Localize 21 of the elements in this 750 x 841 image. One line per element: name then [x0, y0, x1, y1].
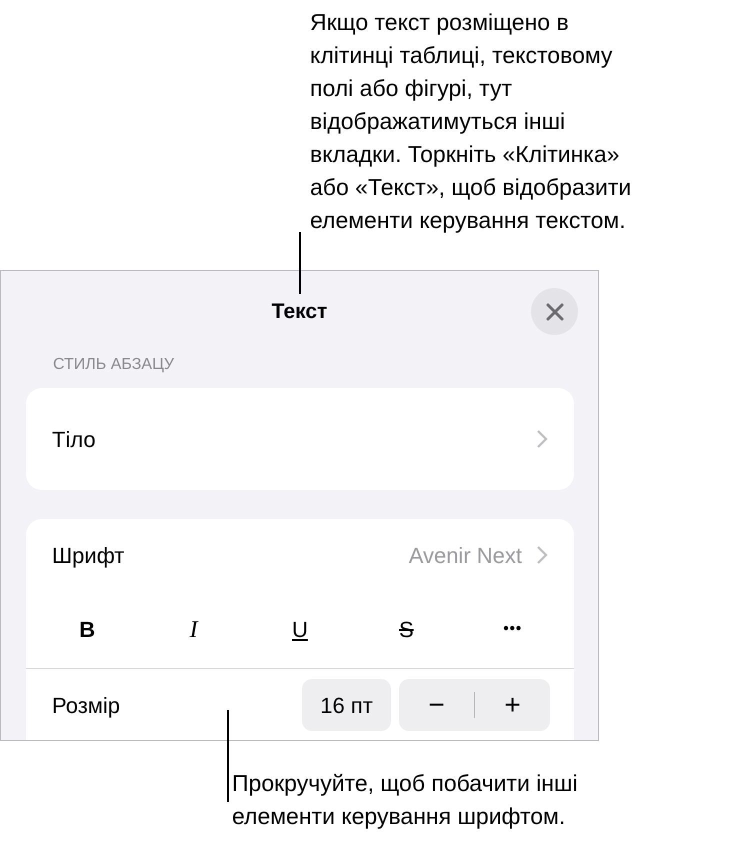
size-label: Розмір [52, 692, 122, 720]
italic-button[interactable]: I [164, 606, 224, 654]
underline-button[interactable]: U [270, 606, 330, 654]
size-value: 16 пт [302, 679, 391, 731]
panel-title: Текст [272, 299, 328, 326]
paragraph-style-row[interactable]: Тіло [26, 388, 574, 490]
increase-button[interactable]: + [475, 679, 550, 731]
more-button[interactable]: ••• [482, 606, 543, 654]
font-row[interactable]: Шрифт Avenir Next [26, 519, 574, 591]
decrease-button[interactable]: − [399, 679, 474, 731]
close-icon [546, 302, 564, 320]
font-value: Avenir Next [408, 542, 522, 570]
strikethrough-button[interactable]: S [376, 606, 436, 654]
chevron-icon [536, 545, 548, 565]
section-header: СТИЛЬ АБЗАЦУ [53, 356, 174, 373]
callout-text: Якщо текст розміщено в клітинці таблиці, текстовому полі або фігурі, тут відображатимуться інші вкладки. Торкніть «Клітинка» або «Текст», щоб відобразити елементи керування текстом. [310, 8, 632, 235]
bold-button[interactable]: B [57, 606, 118, 654]
close-button[interactable] [531, 288, 578, 335]
chevron-icon [536, 429, 548, 449]
callout-text: Прокручуйте, щоб побачити інші елементи керування шрифтом. [232, 769, 578, 831]
leader-line [299, 232, 301, 294]
